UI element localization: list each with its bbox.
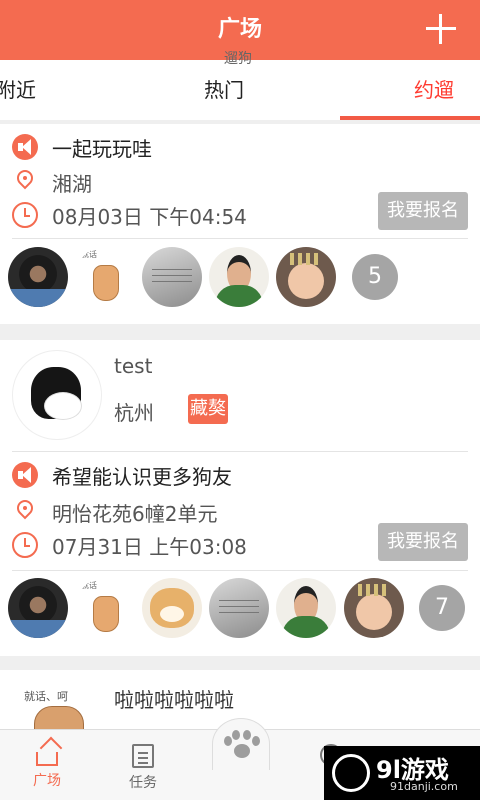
bottom-tab-label: 任务 <box>129 775 157 791</box>
participant-avatar[interactable] <box>276 578 336 638</box>
participant-avatars: 5 <box>8 247 480 307</box>
post-time: 07月31日 上午03:08 <box>52 534 247 559</box>
megaphone-icon <box>12 462 38 488</box>
post-location: 明怡花苑6幢2单元 <box>52 501 218 526</box>
post-title-row: 希望能认识更多狗友 <box>12 460 232 490</box>
game-logo-icon <box>332 754 370 792</box>
paw-icon <box>222 728 260 768</box>
active-tab-indicator <box>340 116 480 120</box>
post-time-row: 07月31日 上午03:08 <box>12 530 247 560</box>
clock-icon <box>12 532 38 558</box>
tab-nearby[interactable]: 附近 <box>0 60 36 120</box>
divider <box>12 570 468 571</box>
author-name: test <box>114 354 153 378</box>
divider <box>12 238 468 239</box>
participant-avatar[interactable] <box>142 247 202 307</box>
participant-avatar[interactable] <box>8 247 68 307</box>
app-screen: 广场 附近 热门 约遛 一起玩玩哇 湘湖 08月03日 下午04:54 我要报名 <box>0 0 480 800</box>
post-title-row: 一起玩玩哇 <box>12 132 152 162</box>
post-title: 一起玩玩哇 <box>52 136 152 161</box>
participant-count-badge[interactable]: 7 <box>419 585 465 631</box>
watermark-logo: 9l游戏 91danji.com <box>324 746 480 800</box>
megaphone-icon <box>12 134 38 160</box>
post-time-row: 08月03日 下午04:54 <box>12 200 247 230</box>
bottom-tab-label: 广场 <box>33 773 61 789</box>
participant-avatar[interactable] <box>209 578 269 638</box>
author-city: 杭州 <box>114 401 154 425</box>
task-icon <box>132 744 154 768</box>
participant-avatar[interactable] <box>276 247 336 307</box>
participant-avatar[interactable] <box>344 578 404 638</box>
post-location-row: 明怡花苑6幢2单元 <box>12 496 218 527</box>
location-pin-icon <box>12 496 38 525</box>
walk-post-card[interactable]: test 杭州 藏獒 希望能认识更多狗友 明怡花苑6幢2单元 07月31日 上午… <box>0 340 480 656</box>
bottom-tab-square[interactable]: 广场 <box>12 736 82 798</box>
post-title: 啦啦啦啦啦啦 <box>114 688 234 712</box>
location-pin-icon <box>12 166 38 195</box>
signup-button[interactable]: 我要报名 <box>378 523 468 561</box>
participant-avatar[interactable] <box>142 578 202 638</box>
plus-icon[interactable] <box>426 14 456 44</box>
divider <box>12 451 468 452</box>
author-avatar[interactable] <box>12 678 102 730</box>
bottom-tab-walk[interactable]: 遛狗 <box>203 48 273 102</box>
watermark-sub-text: 91danji.com <box>390 780 458 793</box>
bottom-tab-task[interactable]: 任务 <box>108 744 178 798</box>
participant-avatar[interactable] <box>75 247 135 307</box>
participant-avatars: 7 <box>8 578 480 638</box>
post-location: 湘湖 <box>52 171 92 196</box>
post-title: 希望能认识更多狗友 <box>52 464 232 489</box>
participant-avatar[interactable] <box>75 578 135 638</box>
home-icon <box>36 736 63 766</box>
tab-walk-appointment[interactable]: 约遛 <box>414 60 454 120</box>
walk-post-card[interactable]: 一起玩玩哇 湘湖 08月03日 下午04:54 我要报名 5 <box>0 124 480 324</box>
participant-avatar[interactable] <box>209 247 269 307</box>
post-time: 08月03日 下午04:54 <box>52 204 247 229</box>
post-location-row: 湘湖 <box>12 166 92 197</box>
signup-button[interactable]: 我要报名 <box>378 192 468 230</box>
participant-avatar[interactable] <box>8 578 68 638</box>
author-avatar[interactable] <box>12 350 102 440</box>
bottom-tab-label: 遛狗 <box>224 51 252 67</box>
breed-badge: 藏獒 <box>188 394 228 424</box>
participant-count-badge[interactable]: 5 <box>352 254 398 300</box>
clock-icon <box>12 202 38 228</box>
